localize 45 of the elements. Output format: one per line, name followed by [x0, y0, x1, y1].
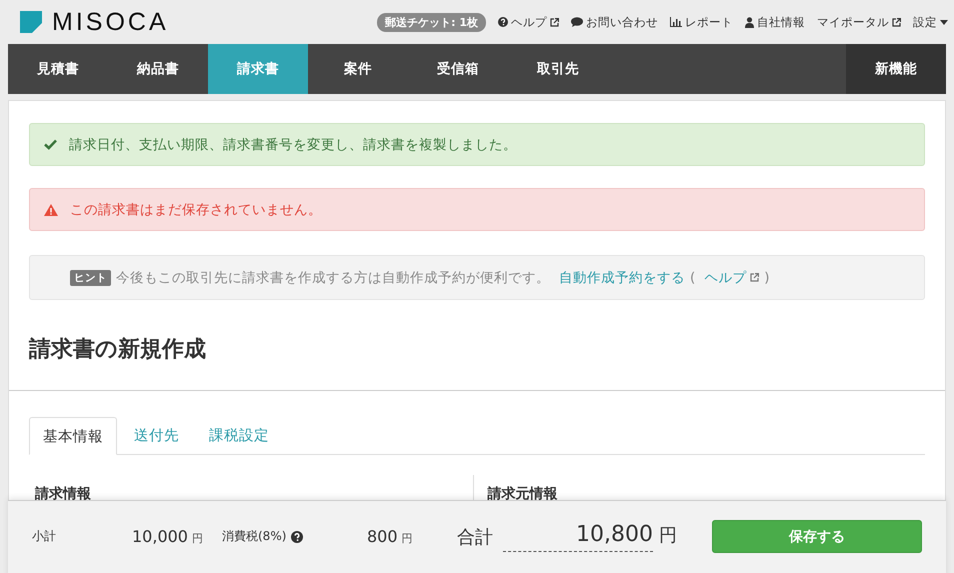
form-tab[interactable]: 基本情報	[29, 417, 117, 455]
currency-unit: 円	[659, 524, 677, 546]
hint-text: 今後もこの取引先に請求書を作成する方は自動作成予約が便利です。	[116, 268, 550, 286]
alert-text: この請求書はまだ保存されていません。	[70, 200, 322, 218]
warning-icon	[44, 204, 58, 216]
tax-value: 800	[367, 527, 398, 546]
speech-bubble-icon	[571, 17, 583, 27]
subtotal-label: 小計	[32, 528, 57, 545]
header-link[interactable]: 自社情報	[745, 14, 805, 30]
header-link[interactable]: お問い合わせ	[571, 14, 658, 30]
header-link[interactable]: レポート	[670, 14, 733, 30]
external-link-icon	[550, 18, 559, 26]
person-icon	[745, 16, 754, 28]
header-link[interactable]: ヘルプ	[498, 14, 559, 30]
nav-tab[interactable]: 案件	[308, 44, 408, 94]
currency-unit: 円	[402, 531, 413, 546]
tax-label: 消費税(8%)	[222, 528, 286, 545]
nav-tab[interactable]: 納品書	[108, 44, 208, 94]
header-link[interactable]: マイポータル	[817, 14, 901, 30]
hint-badge: ヒント	[70, 270, 111, 286]
caret-icon	[940, 20, 948, 24]
nav-tab[interactable]: 受信箱	[408, 44, 508, 94]
paren-text: )	[764, 270, 770, 286]
nav-tab[interactable]: 取引先	[508, 44, 608, 94]
section-heading: 請求情報	[35, 486, 91, 502]
paren-text: (	[690, 270, 696, 286]
logo-icon	[20, 11, 42, 33]
page-title: 請求書の新規作成	[29, 336, 207, 364]
section-heading: 請求元情報	[488, 486, 558, 502]
nav-tab[interactable]: 新機能	[846, 44, 946, 94]
nav-tab[interactable]: 見積書	[8, 44, 108, 94]
check-icon	[44, 139, 57, 150]
external-link-icon	[750, 273, 760, 282]
total-label: 合計	[457, 526, 493, 548]
external-link-icon	[892, 18, 901, 26]
help-icon	[498, 17, 508, 27]
help-icon[interactable]	[291, 530, 304, 542]
ticket-badge[interactable]: 郵送チケット: 1枚	[377, 12, 486, 32]
settings-menu[interactable]: 設定	[913, 14, 948, 30]
bar-chart-icon	[670, 17, 682, 27]
alert-text: 請求日付、支払い期限、請求書番号を変更し、請求書を複製しました。	[69, 136, 517, 154]
logo-text[interactable]: MISOCA	[52, 8, 169, 36]
total-value: 10,800	[503, 522, 653, 552]
subtotal-value: 10,000	[132, 527, 188, 546]
currency-unit: 円	[192, 531, 203, 546]
